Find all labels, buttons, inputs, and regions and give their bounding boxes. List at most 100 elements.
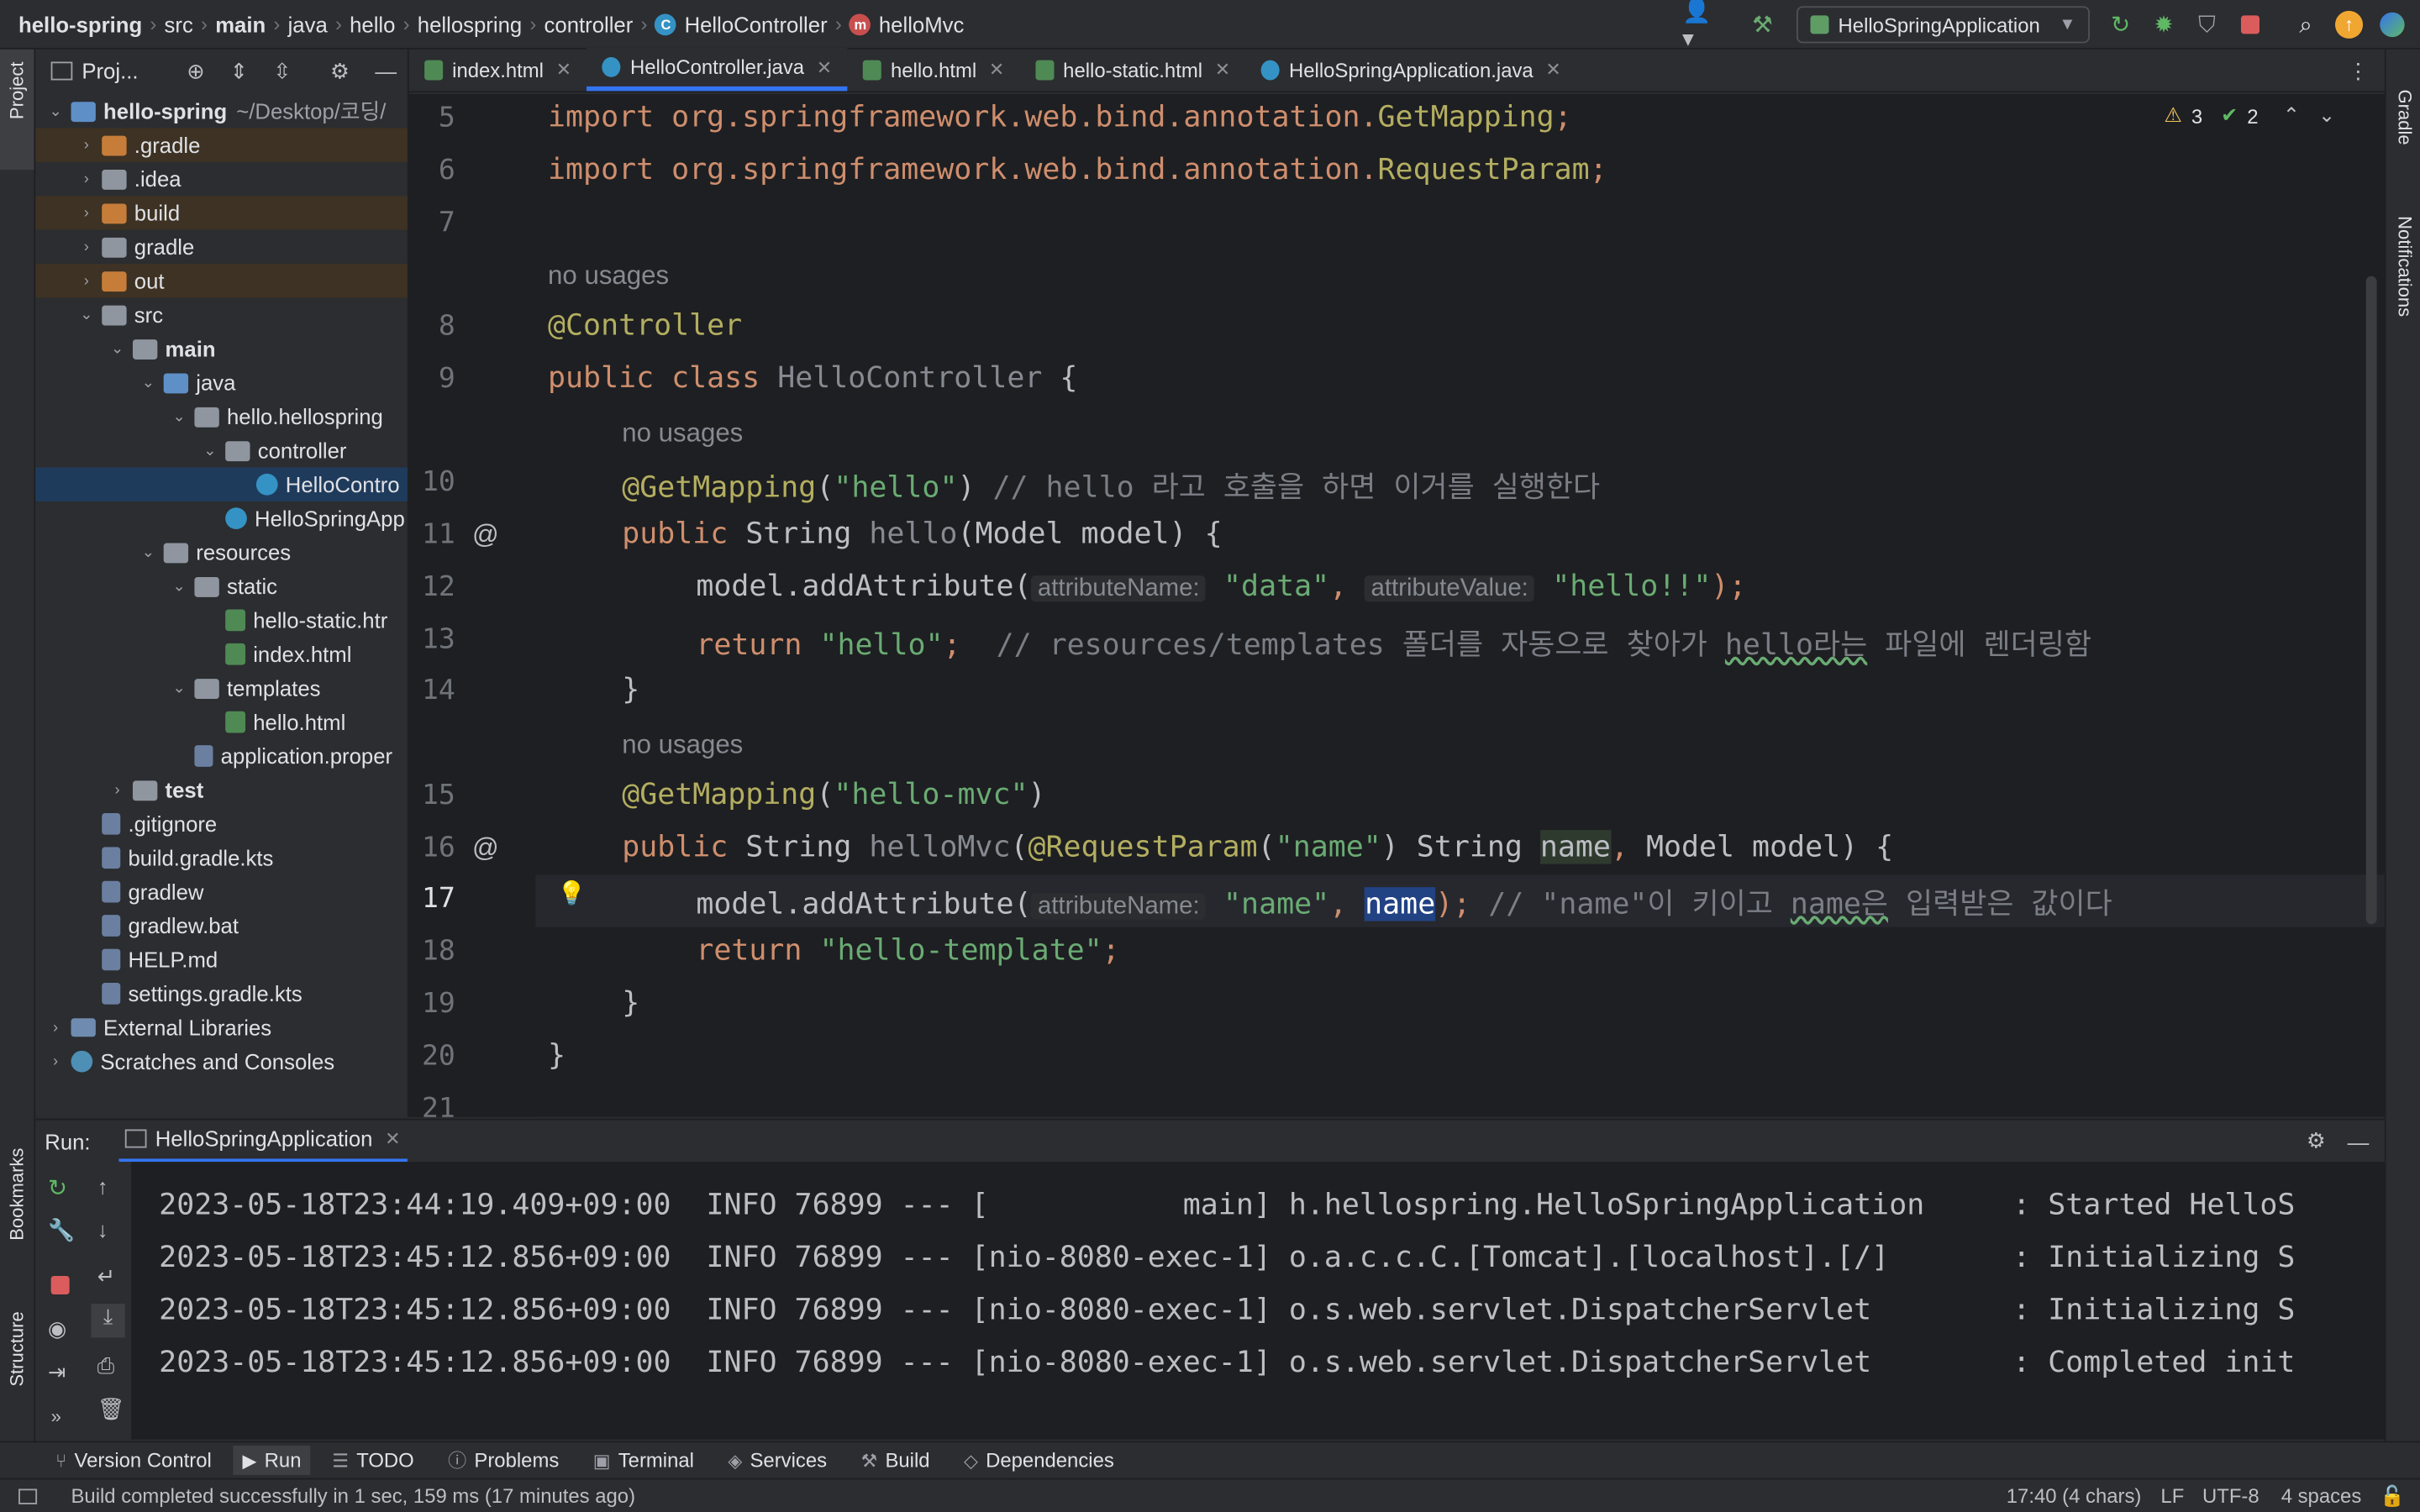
editor-scrollbar[interactable] — [2365, 276, 2377, 925]
stop-icon[interactable] — [2235, 9, 2266, 40]
tree-root[interactable]: ⌄ hello-spring ~/Desktop/코딩/ — [35, 94, 408, 128]
endpoint-at-icon[interactable]: @ — [472, 520, 499, 551]
build-hammer-icon[interactable]: ⚒ — [1747, 9, 1778, 40]
tree-item-hello-html[interactable]: hello.html — [35, 705, 408, 738]
close-icon[interactable]: ✕ — [817, 56, 832, 78]
tree-item-src[interactable]: ⌄ src — [35, 297, 408, 331]
breadcrumb-class[interactable]: HelloController — [685, 12, 828, 36]
run-configuration-select[interactable]: HelloSpringApplication ▼ — [1796, 6, 2090, 44]
more-tabs-icon[interactable]: ⋮ — [2348, 59, 2370, 85]
breadcrumb-method[interactable]: helloMvc — [879, 12, 964, 36]
tool-terminal[interactable]: ▣ Terminal — [593, 1449, 694, 1473]
tree-item-scratches[interactable]: › Scratches and Consoles — [35, 1044, 408, 1078]
update-icon[interactable]: ↑ — [2333, 9, 2365, 40]
tool-problems[interactable]: ⓘ Problems — [448, 1447, 559, 1473]
bookmarks-tool-button[interactable]: Bookmarks — [6, 1148, 28, 1241]
soft-wrap-icon[interactable]: ↵ — [97, 1263, 116, 1289]
indent-setting[interactable]: 4 spaces — [2281, 1484, 2362, 1508]
rerun-icon[interactable]: ↻ — [2105, 9, 2136, 40]
tree-item-settings-gradle[interactable]: settings.gradle.kts — [35, 977, 408, 1011]
coverage-icon[interactable]: ⛉ — [2191, 9, 2223, 40]
tree-item-idea[interactable]: › .idea — [35, 162, 408, 196]
tool-run[interactable]: ▶ Run — [233, 1446, 311, 1475]
run-console[interactable]: 2023-05-18T23:44:19.409+09:00 INFO 76899… — [131, 1162, 2385, 1440]
ide-logo-icon[interactable] — [2377, 9, 2408, 40]
arrow-down-icon[interactable]: ↓ — [97, 1217, 108, 1242]
trash-icon[interactable]: 🗑 — [97, 1396, 125, 1422]
tree-item-templates[interactable]: ⌄ templates — [35, 671, 408, 705]
tree-item-gradle-dir[interactable]: › .gradle — [35, 128, 408, 162]
notifications-tool-button[interactable]: Notifications — [2394, 216, 2416, 317]
usage-hint[interactable]: no usages — [622, 418, 743, 449]
tree-item-static[interactable]: ⌄ static — [35, 570, 408, 603]
status-message[interactable]: Build completed successfully in 1 sec, 1… — [71, 1484, 635, 1508]
close-icon[interactable]: ✕ — [1215, 59, 1230, 81]
gear-icon[interactable]: ⚙ — [2307, 1128, 2326, 1154]
debug-icon[interactable]: ✹ — [2149, 9, 2180, 40]
tool-dependencies[interactable]: ◇ Dependencies — [964, 1449, 1114, 1473]
scroll-to-end-icon[interactable]: ⤓ — [91, 1304, 125, 1338]
close-icon[interactable]: ✕ — [1545, 59, 1560, 81]
endpoint-at-icon[interactable]: @ — [472, 833, 499, 864]
tree-item-controller[interactable]: ⌄ controller — [35, 433, 408, 467]
lightbulb-icon[interactable]: 💡 — [557, 879, 586, 907]
tree-item-gradlew-bat[interactable]: gradlew.bat — [35, 909, 408, 942]
panel-toggle-icon[interactable] — [18, 1488, 38, 1504]
tab-hellospringapplication[interactable]: HelloSpringApplication.java ✕ — [1246, 48, 1577, 91]
selected-word[interactable]: name — [1365, 887, 1436, 921]
line-separator[interactable]: LF — [2160, 1484, 2184, 1508]
tree-item-application-properties[interactable]: application.proper — [35, 739, 408, 773]
breadcrumb-java[interactable]: java — [288, 12, 328, 36]
lock-icon[interactable]: 🔓 — [2380, 1483, 2405, 1508]
breadcrumb-hello[interactable]: hello — [350, 12, 395, 36]
tree-item-out[interactable]: › out — [35, 264, 408, 298]
camera-icon[interactable]: ◉ — [48, 1316, 66, 1342]
tab-hello-static-html[interactable]: hello-static.html ✕ — [1020, 48, 1246, 91]
project-tool-button[interactable]: Project — [6, 61, 28, 119]
tree-item-help-md[interactable]: HELP.md — [35, 942, 408, 976]
close-icon[interactable]: ✕ — [556, 59, 571, 81]
tree-item-hellocontroller[interactable]: HelloContro — [35, 467, 408, 501]
structure-tool-button[interactable]: Structure — [6, 1311, 28, 1386]
usage-hint[interactable]: no usages — [622, 730, 743, 761]
exit-icon[interactable]: ⇥ — [48, 1359, 66, 1385]
tree-item-gradle[interactable]: › gradle — [35, 230, 408, 264]
tool-version-control[interactable]: ⑂ Version Control — [55, 1449, 212, 1473]
tool-todo[interactable]: ☰ TODO — [332, 1449, 414, 1473]
inspection-widget[interactable]: ⚠ 3 ✔ 2 ⌃ ⌄ — [2164, 103, 2335, 128]
close-icon[interactable]: ✕ — [385, 1128, 400, 1150]
tree-item-hellospringapp[interactable]: HelloSpringApp — [35, 501, 408, 535]
tool-services[interactable]: ◈ Services — [728, 1449, 827, 1473]
more-icon[interactable]: » — [51, 1405, 61, 1427]
breadcrumb-main[interactable]: main — [215, 12, 266, 36]
wrench-icon[interactable]: 🔧 — [48, 1217, 75, 1243]
locate-icon[interactable]: ⊕ — [187, 58, 205, 84]
chevron-up-icon[interactable]: ⌃ — [2283, 103, 2300, 128]
tree-item-test[interactable]: › test — [35, 773, 408, 806]
gradle-tool-button[interactable]: Gradle — [2394, 90, 2416, 145]
tab-hellocontroller[interactable]: HelloController.java ✕ — [587, 47, 848, 92]
tree-item-resources[interactable]: ⌄ resources — [35, 535, 408, 569]
tree-item-gitignore[interactable]: .gitignore — [35, 807, 408, 841]
tool-build[interactable]: ⚒ Build — [860, 1449, 929, 1473]
gear-icon[interactable]: ⚙ — [330, 58, 350, 84]
user-icon[interactable]: 👤▾ — [1682, 0, 1723, 52]
tab-hello-html[interactable]: hello.html ✕ — [848, 48, 1020, 91]
collapse-all-icon[interactable]: ⇳ — [273, 58, 292, 84]
arrow-up-icon[interactable]: ↑ — [97, 1174, 108, 1199]
chevron-down-icon[interactable]: ⌄ — [2318, 103, 2335, 128]
tree-item-external-libraries[interactable]: › External Libraries — [35, 1011, 408, 1044]
breadcrumb-hellospring[interactable]: hellospring — [418, 12, 522, 36]
stop-icon[interactable] — [50, 1275, 70, 1295]
print-icon[interactable]: ⎙ — [97, 1353, 115, 1379]
tab-index-html[interactable]: index.html ✕ — [409, 48, 587, 91]
tree-item-java[interactable]: ⌄ java — [35, 365, 408, 399]
breadcrumb-project[interactable]: hello-spring — [18, 12, 142, 36]
tree-item-package[interactable]: ⌄ hello.hellospring — [35, 400, 408, 433]
file-encoding[interactable]: UTF-8 — [2202, 1484, 2260, 1508]
tree-item-index[interactable]: index.html — [35, 638, 408, 671]
hide-panel-icon[interactable]: — — [375, 59, 397, 83]
search-icon[interactable]: ⌕ — [2291, 9, 2322, 40]
run-tab[interactable]: HelloSpringApplication ✕ — [118, 1120, 408, 1163]
tree-item-hello-static[interactable]: hello-static.htr — [35, 603, 408, 637]
